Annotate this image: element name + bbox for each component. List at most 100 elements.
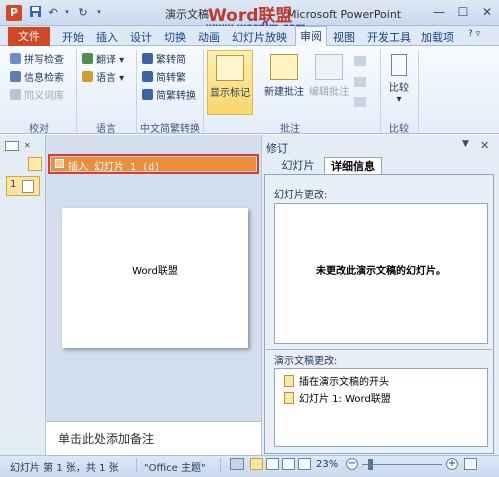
tab-design[interactable]: 设计 (130, 29, 152, 45)
research-button[interactable]: 信息检索 (10, 71, 64, 84)
revision-change-text: 插入 幻灯片 1 (d) (68, 162, 161, 173)
group-label-compare: 比较 (389, 124, 409, 135)
tab-developer[interactable]: 开发工具 (367, 29, 411, 45)
title-suffix: Microsoft PowerPoint (287, 8, 402, 21)
presentation-changes-label: 演示文稿更改: (274, 356, 338, 367)
notes-placeholder[interactable]: 单击此处添加备注 (58, 430, 154, 447)
trad-to-simp-button[interactable]: 繁转简 (142, 53, 186, 66)
group-separator (203, 50, 204, 132)
tab-file[interactable]: 文件 (8, 27, 50, 46)
edit-comment-label: 编辑批注 (309, 87, 349, 98)
slide-sorter-view-icon[interactable] (266, 458, 279, 470)
group-separator (418, 50, 419, 132)
redo-icon[interactable]: ↻ (76, 5, 90, 20)
spell-check-button[interactable]: 拼写检查 (10, 53, 64, 66)
research-icon (10, 71, 21, 82)
slideshow-view-icon[interactable] (298, 458, 311, 470)
tab-slideshow[interactable]: 幻灯片放映 (232, 29, 287, 45)
simp-to-trad-button[interactable]: 简转繁 (142, 71, 186, 84)
compare-icon (391, 54, 407, 76)
chinese-conversion-button[interactable]: 简繁转换 (142, 89, 196, 102)
presentation-change-item[interactable]: 幻灯片 1: Word联盟 (284, 390, 391, 405)
compare-button[interactable]: 比较 ▾ (384, 52, 414, 112)
presentation-change-item[interactable]: 插在演示文稿的开头 (284, 373, 389, 388)
slide-canvas[interactable] (62, 208, 248, 348)
help-icon[interactable]: ? ▿ (468, 29, 480, 39)
language-status-icon[interactable] (230, 458, 244, 470)
pane-splitter[interactable] (266, 349, 492, 350)
slide-title-text[interactable]: Word联盟 (62, 262, 248, 277)
change-marker-icon (284, 375, 294, 387)
trad-to-simp-icon (142, 53, 153, 64)
tab-home[interactable]: 开始 (62, 29, 84, 45)
zoom-in-button[interactable]: + (446, 458, 458, 470)
language-icon (82, 71, 93, 82)
group-separator (76, 50, 77, 132)
revisions-pane-title: 修订 (266, 142, 288, 155)
compare-dropdown-icon: ▾ (396, 94, 402, 105)
delete-comment-icon[interactable] (354, 56, 366, 66)
theme-status[interactable]: "Office 主题" (144, 459, 206, 474)
maximize-button[interactable]: ☐ (452, 4, 474, 20)
slide-changes-label: 幻灯片更改: (274, 190, 328, 201)
fit-to-window-icon[interactable] (464, 458, 477, 470)
group-label-chinese-conversion: 中文简繁转换 (140, 124, 200, 135)
group-separator (380, 50, 381, 132)
status-separator (220, 458, 221, 472)
revision-checkbox[interactable] (55, 159, 64, 168)
thesaurus-icon (10, 89, 21, 100)
group-label-language: 语言 (96, 124, 116, 135)
normal-view-icon[interactable] (250, 458, 263, 470)
chinese-conversion-icon (142, 89, 153, 100)
tab-insert[interactable]: 插入 (96, 29, 118, 45)
powerpoint-app-icon[interactable]: P (6, 5, 22, 21)
save-icon[interactable] (28, 5, 42, 20)
new-comment-button[interactable]: 新建批注 (260, 50, 308, 115)
undo-dropdown-icon[interactable]: ▾ (60, 5, 74, 20)
group-label-comments: 批注 (280, 124, 300, 135)
zoom-slider-track[interactable] (362, 464, 442, 465)
zoom-out-button[interactable]: − (346, 458, 358, 470)
customize-qat-icon[interactable]: ▾ (92, 5, 106, 20)
translate-button[interactable]: 翻译 ▾ (82, 53, 124, 66)
zoom-level[interactable]: 23% (316, 459, 338, 470)
zoom-slider-thumb[interactable] (368, 459, 373, 470)
language-button[interactable]: 语言 ▾ (82, 71, 124, 84)
compare-label: 比较 (389, 83, 409, 94)
change-marker-icon (284, 392, 294, 404)
simp-to-trad-icon (142, 71, 153, 82)
pane-options-dropdown-icon[interactable]: ▼ (462, 139, 469, 149)
translate-icon (82, 53, 93, 64)
tab-revisions-details[interactable]: 详细信息 (324, 157, 382, 174)
edit-comment-icon (315, 54, 343, 80)
slide-changes-message: 未更改此演示文稿的幻灯片。 (316, 266, 446, 277)
close-button[interactable]: ✕ (476, 4, 498, 20)
tab-transitions[interactable]: 切换 (164, 29, 186, 45)
reading-view-icon[interactable] (282, 458, 295, 470)
previous-comment-icon[interactable] (354, 77, 366, 87)
slide-thumbnail-marker-icon[interactable] (22, 180, 34, 193)
edit-comment-button[interactable]: 编辑批注 (306, 50, 352, 115)
revision-marker-icon[interactable] (28, 157, 42, 171)
slide-count-status: 幻灯片 第 1 张，共 1 张 (10, 463, 119, 474)
title-prefix: 演示文稿 (165, 8, 209, 21)
tab-review[interactable]: 审阅 (295, 26, 327, 47)
status-separator (136, 458, 137, 472)
thesaurus-button[interactable]: 同义词库 (10, 89, 64, 102)
undo-icon[interactable]: ↶ (46, 5, 60, 20)
tab-revisions-slides[interactable]: 幻灯片 (272, 157, 324, 174)
minimize-button[interactable]: — (428, 4, 450, 20)
show-markup-label: 显示标记 (210, 88, 250, 99)
slides-tab[interactable] (5, 141, 19, 151)
show-markup-button[interactable]: 显示标记 (207, 50, 253, 115)
tab-animations[interactable]: 动画 (198, 29, 220, 45)
next-comment-icon[interactable] (354, 97, 366, 107)
new-comment-icon (270, 54, 298, 80)
close-pane-icon[interactable]: ✕ (24, 141, 38, 151)
new-comment-label: 新建批注 (264, 87, 304, 98)
show-markup-icon (216, 55, 244, 81)
close-pane-button[interactable]: ✕ (480, 139, 489, 152)
tab-view[interactable]: 视图 (333, 29, 355, 45)
group-label-proofing: 校对 (29, 124, 49, 135)
tab-addins[interactable]: 加载项 (421, 29, 454, 45)
